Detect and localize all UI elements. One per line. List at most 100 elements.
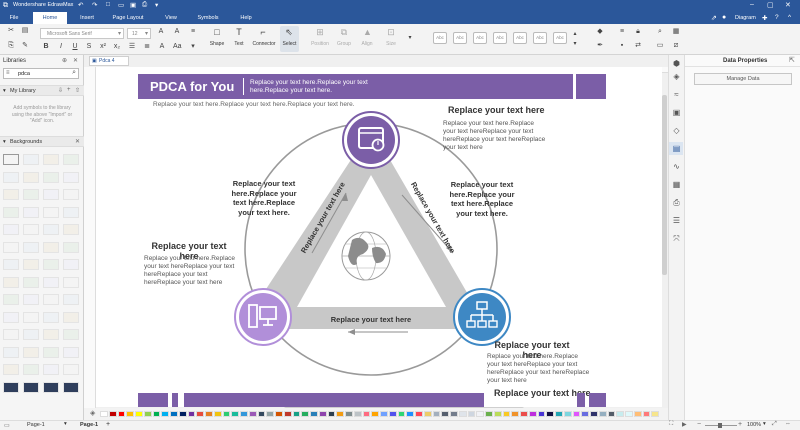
line-style-icon[interactable]: ≡ [618, 28, 626, 36]
background-thumbnail[interactable] [43, 381, 59, 393]
color-swatch[interactable] [406, 411, 415, 417]
background-thumbnail[interactable] [63, 346, 79, 358]
color-swatch[interactable] [555, 411, 563, 417]
user-menu[interactable]: Diagram [735, 15, 756, 21]
color-swatch[interactable] [380, 411, 388, 417]
strikethrough-icon[interactable]: S [85, 43, 93, 51]
lock-icon[interactable]: 🔒︎ [634, 28, 642, 36]
background-thumbnail[interactable] [43, 154, 59, 165]
maximize-icon[interactable]: ▢ [767, 1, 774, 9]
color-swatch[interactable] [415, 411, 423, 417]
background-thumbnail[interactable] [43, 276, 59, 288]
superscript-icon[interactable]: x² [99, 43, 107, 51]
color-swatch[interactable] [520, 411, 528, 417]
font-color-icon[interactable]: A [158, 43, 166, 51]
fill-panel-icon[interactable]: ◈ [672, 72, 681, 81]
text-label[interactable]: Text [228, 41, 250, 47]
style-scroll-down-icon[interactable]: ▾ [571, 40, 579, 48]
align-label[interactable]: Align [356, 41, 378, 47]
text-case-icon[interactable]: Aa [173, 43, 182, 51]
color-swatch[interactable] [301, 411, 310, 417]
color-swatch[interactable] [353, 411, 362, 417]
menu-insert[interactable]: Insert [70, 12, 104, 24]
check-body[interactable]: Replace your text here.Replace your text… [487, 353, 591, 385]
background-thumbnail[interactable] [63, 206, 79, 218]
color-swatch[interactable] [266, 411, 275, 417]
font-size-select[interactable]: 12 ▾ [127, 28, 151, 39]
plan-heading[interactable]: Replace your text here [448, 105, 545, 115]
color-swatch[interactable] [152, 411, 161, 417]
color-swatch[interactable] [388, 411, 397, 417]
color-swatch[interactable] [607, 411, 616, 417]
color-swatch[interactable] [528, 411, 537, 417]
highlight-icon[interactable]: ▾ [189, 43, 197, 51]
color-swatch[interactable] [581, 411, 590, 417]
find-icon[interactable]: ⌕ [656, 28, 664, 36]
background-thumbnail[interactable] [3, 294, 19, 305]
minimize-icon[interactable]: – [750, 1, 754, 8]
panel-popout-icon[interactable]: ⇱ [789, 56, 795, 64]
data-properties-icon[interactable]: ▤ [672, 144, 681, 153]
background-thumbnail[interactable] [43, 346, 59, 358]
color-swatch[interactable] [161, 411, 170, 417]
zoom-in-icon[interactable]: + [738, 421, 742, 428]
background-thumbnail[interactable] [63, 171, 79, 183]
page-select[interactable]: Page-1 ▾ [16, 421, 70, 429]
color-swatch[interactable] [633, 411, 642, 417]
new-icon[interactable]: □ [106, 1, 110, 8]
user-icon[interactable]: ● [722, 14, 726, 21]
library-search-input[interactable]: pdca [18, 71, 30, 77]
chart-icon[interactable]: ∿ [672, 162, 681, 171]
select-label[interactable]: Select [280, 41, 299, 47]
color-swatch[interactable] [135, 411, 143, 417]
background-thumbnail[interactable] [23, 311, 39, 323]
background-thumbnail[interactable] [3, 206, 19, 218]
color-swatch[interactable] [563, 411, 572, 417]
document-tab[interactable]: ▣ Pdca 4 [89, 56, 129, 66]
background-thumbnail[interactable] [3, 171, 19, 183]
color-swatch[interactable] [318, 411, 327, 417]
import-icon[interactable]: ⇩ [58, 87, 63, 94]
color-swatch[interactable] [485, 411, 493, 417]
close-icon[interactable]: ✕ [785, 1, 791, 9]
background-thumbnail[interactable] [3, 189, 19, 200]
menu-page-layout[interactable]: Page Layout [108, 12, 148, 24]
fit-width-icon[interactable]: ⇔ [785, 421, 791, 427]
color-swatch[interactable] [100, 411, 108, 417]
backgrounds-header[interactable]: ▾ Backgrounds ✕ [0, 136, 84, 147]
left-body[interactable]: Replace your text here.Replace your text… [144, 255, 246, 287]
color-swatch[interactable] [546, 411, 555, 417]
tools-icon[interactable]: ⧄ [672, 42, 680, 50]
background-thumbnail[interactable] [63, 259, 79, 270]
style-scroll-up-icon[interactable]: ▴ [571, 30, 579, 38]
manage-data-button[interactable]: Manage Data [694, 73, 792, 85]
export-icon[interactable]: ⇧ [75, 87, 80, 94]
color-swatch[interactable] [143, 411, 152, 417]
menu-file[interactable]: File [0, 12, 28, 24]
background-thumbnail[interactable] [43, 241, 59, 253]
bold-icon[interactable]: B [42, 43, 50, 51]
list-panel-icon[interactable]: ☰ [672, 216, 681, 225]
color-swatch[interactable] [222, 411, 231, 417]
color-swatch[interactable] [423, 411, 432, 417]
color-swatch[interactable] [283, 411, 292, 417]
align-text-icon[interactable]: ≡ [189, 28, 197, 36]
page-nav-icon[interactable]: ▭ [4, 422, 10, 429]
shape-label[interactable]: Shape [206, 41, 228, 47]
background-thumbnail[interactable] [3, 381, 19, 393]
right-bold-text[interactable]: Replace your text here.Replace your text… [443, 180, 521, 218]
format-panel-icon[interactable]: ⬢ [672, 59, 681, 68]
shadow-icon[interactable]: ▪ [618, 42, 626, 50]
color-swatch[interactable] [275, 411, 283, 417]
play-icon[interactable]: ▶ [682, 421, 687, 428]
library-add-icon[interactable]: ⊕ [62, 57, 67, 64]
color-swatch[interactable] [642, 411, 651, 417]
format-icon[interactable]: ▭ [656, 42, 664, 50]
left-bold-text[interactable]: Replace your text here.Replace your text… [225, 179, 303, 217]
fill-icon[interactable]: ◆ [596, 28, 604, 36]
background-thumbnail[interactable] [3, 311, 19, 323]
color-swatch[interactable] [537, 411, 546, 417]
background-thumbnail[interactable] [3, 224, 19, 235]
background-thumbnail[interactable] [23, 171, 39, 183]
shape-icon[interactable]: □ [213, 28, 221, 37]
